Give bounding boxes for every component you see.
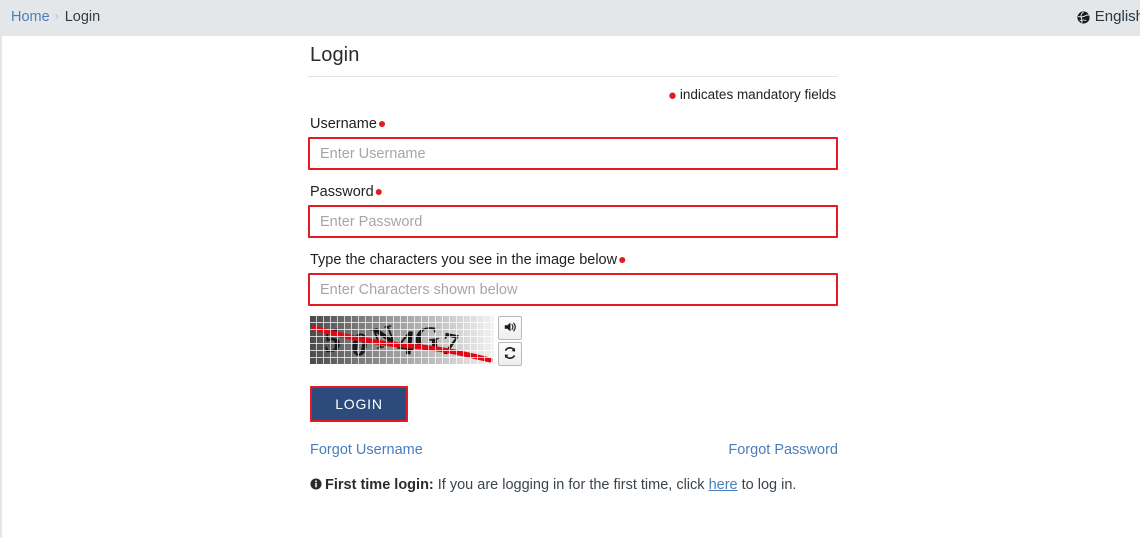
- info-icon: [310, 476, 322, 490]
- username-label: Username●: [308, 116, 838, 132]
- forgot-password-link[interactable]: Forgot Password: [728, 442, 838, 458]
- breadcrumb-current: Login: [64, 9, 101, 25]
- forgot-username-link[interactable]: Forgot Username: [310, 442, 423, 458]
- breadcrumb-separator-icon: ›: [54, 9, 59, 23]
- captcha-controls: [498, 316, 522, 366]
- mandatory-fields-text: indicates mandatory fields: [679, 87, 836, 102]
- captcha-label: Type the characters you see in the image…: [308, 252, 838, 268]
- first-time-login-text-after: to log in.: [737, 477, 797, 493]
- globe-icon: [1077, 11, 1090, 24]
- captcha-audio-button[interactable]: [498, 316, 522, 340]
- required-dot-icon: ●: [374, 183, 384, 199]
- first-time-login-heading: First time login:: [325, 477, 434, 493]
- speaker-icon: [503, 320, 517, 337]
- login-form: Login ● indicates mandatory fields Userna…: [308, 36, 838, 495]
- refresh-icon: [503, 346, 517, 363]
- password-input[interactable]: [308, 205, 838, 238]
- mandatory-fields-note: ● indicates mandatory fields: [308, 77, 838, 104]
- username-label-text: Username: [310, 116, 377, 132]
- language-selector[interactable]: English: [1077, 8, 1140, 25]
- helper-links-row: Forgot Username Forgot Password: [308, 442, 838, 458]
- required-dot-icon: ●: [377, 115, 387, 131]
- page-title: Login: [310, 44, 360, 66]
- breadcrumb: Home › Login: [11, 9, 100, 25]
- first-time-login-text-before: If you are logging in for the first time…: [433, 477, 709, 493]
- captcha-field-group: Type the characters you see in the image…: [308, 252, 838, 306]
- required-dot-icon: ●: [618, 251, 627, 267]
- captcha-input[interactable]: [308, 273, 838, 306]
- password-label: Password●: [308, 184, 838, 200]
- captcha-row: 5 0 N 4 G 7: [308, 316, 838, 366]
- username-input[interactable]: [308, 137, 838, 170]
- password-field-group: Password●: [308, 184, 838, 238]
- first-time-login-note: First time login: If you are logging in …: [308, 475, 840, 495]
- language-label: English: [1094, 8, 1140, 25]
- captcha-refresh-button[interactable]: [498, 342, 522, 366]
- login-button[interactable]: LOGIN: [310, 386, 408, 422]
- username-field-group: Username●: [308, 116, 838, 170]
- password-label-text: Password: [310, 184, 374, 200]
- top-bar: Home › Login English: [0, 0, 1140, 36]
- page-body: Login ● indicates mandatory fields Userna…: [0, 36, 1140, 538]
- captcha-label-text: Type the characters you see in the image…: [310, 252, 618, 268]
- required-dot-icon: ●: [667, 87, 677, 104]
- breadcrumb-home-link[interactable]: Home: [11, 9, 50, 25]
- first-time-login-here-link[interactable]: here: [709, 477, 738, 493]
- captcha-image: 5 0 N 4 G 7: [310, 316, 494, 364]
- submit-row: LOGIN: [308, 386, 838, 422]
